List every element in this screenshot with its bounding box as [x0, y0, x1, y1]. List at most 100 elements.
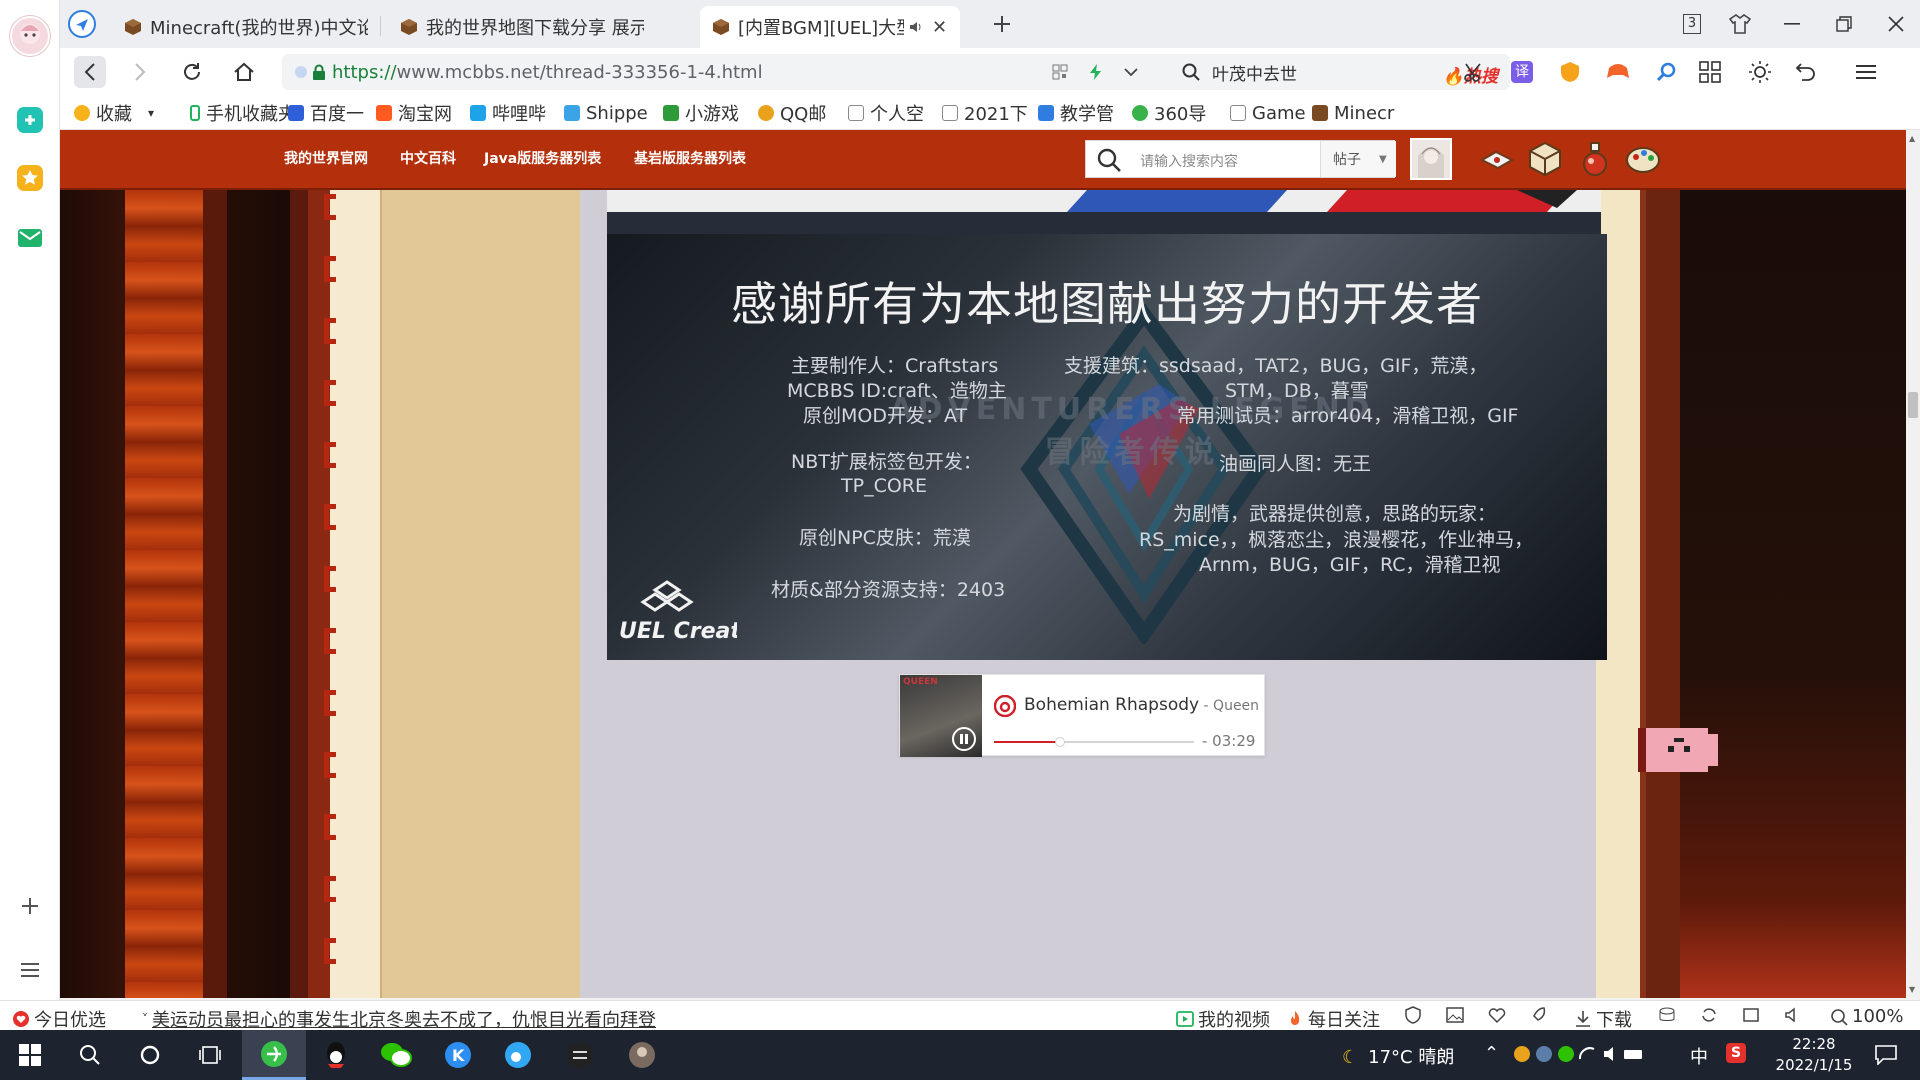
- more-menu-icon[interactable]: [1850, 56, 1882, 88]
- rocket-icon[interactable]: [1530, 1006, 1552, 1024]
- notification-center-icon[interactable]: [1868, 1037, 1904, 1073]
- tab-counter[interactable]: 3: [1676, 8, 1708, 40]
- game-client-icon[interactable]: [624, 1037, 660, 1073]
- bookmark-360[interactable]: 360导: [1132, 102, 1206, 125]
- game-launcher-icon[interactable]: [562, 1037, 598, 1073]
- scissors-icon[interactable]: [1458, 56, 1490, 88]
- messages-icon[interactable]: [1478, 140, 1516, 178]
- bookmark-bilibili[interactable]: 哔哩哔: [470, 102, 546, 125]
- bookmark-2021[interactable]: 2021下: [942, 102, 1028, 125]
- potion-icon[interactable]: [1576, 140, 1614, 178]
- shield-extension-icon[interactable]: [1554, 56, 1586, 88]
- tab-close-icon[interactable]: ✕: [932, 17, 947, 38]
- user-avatar[interactable]: [10, 16, 50, 56]
- bookmark-favorites[interactable]: 收藏 ▾: [74, 102, 154, 125]
- kugou-icon[interactable]: K: [440, 1037, 476, 1073]
- refresh-button[interactable]: [176, 56, 208, 88]
- undo-icon[interactable]: [1790, 56, 1822, 88]
- weather-widget[interactable]: ☾ 17°C 晴朗: [1342, 1043, 1454, 1069]
- palette-icon[interactable]: [1624, 140, 1662, 178]
- address-bar[interactable]: https://www.mcbbs.net/thread-333356-1-4.…: [282, 54, 1204, 90]
- back-button[interactable]: [74, 56, 106, 88]
- nav-bedrock-servers[interactable]: 基岩版服务器列表: [634, 148, 746, 168]
- heart-health-icon[interactable]: [1488, 1006, 1510, 1024]
- chevron-down-icon[interactable]: [1124, 67, 1138, 77]
- search-icon[interactable]: [1096, 147, 1122, 173]
- apps-grid-icon[interactable]: [1694, 56, 1726, 88]
- bookmark-personal[interactable]: 个人空: [848, 102, 924, 125]
- zoom-level[interactable]: 100%: [1830, 1006, 1903, 1027]
- browser-logo-icon[interactable]: [66, 8, 98, 40]
- bookmark-shippe[interactable]: Shippe: [564, 102, 648, 124]
- pink-pixel-mascot[interactable]: [1638, 720, 1720, 780]
- bookmark-minecraft[interactable]: Minecr: [1312, 102, 1394, 124]
- restore-button[interactable]: [1828, 8, 1860, 40]
- wechat-icon[interactable]: [378, 1037, 414, 1073]
- bookmark-baidu[interactable]: 百度一: [288, 102, 364, 125]
- nav-official-site[interactable]: 我的世界官网: [284, 148, 368, 168]
- tray-expand-icon[interactable]: ⌃: [1484, 1043, 1499, 1064]
- system-clock[interactable]: 22:28 2022/1/15: [1766, 1034, 1862, 1076]
- task-view-icon[interactable]: [192, 1037, 228, 1073]
- progress-handle[interactable]: [1055, 737, 1065, 747]
- magnifier-icon[interactable]: [1650, 56, 1682, 88]
- translate-icon[interactable]: 译: [1506, 56, 1538, 88]
- qr-code-icon[interactable]: [1052, 64, 1068, 80]
- add-icon[interactable]: [12, 888, 48, 924]
- favorites-star-icon[interactable]: [12, 160, 48, 196]
- site-search[interactable]: 请输入搜索内容 帖子 ▼: [1085, 140, 1396, 178]
- ime-indicator[interactable]: 中: [1690, 1043, 1708, 1069]
- close-window-button[interactable]: [1880, 8, 1912, 40]
- music-app-icon[interactable]: [500, 1037, 536, 1073]
- start-button[interactable]: [12, 1037, 48, 1073]
- image-icon[interactable]: [1446, 1006, 1468, 1024]
- window-icon[interactable]: [1742, 1006, 1764, 1024]
- minimize-button[interactable]: [1776, 8, 1808, 40]
- speaker-icon[interactable]: [908, 19, 924, 35]
- nav-java-servers[interactable]: Java版服务器列表: [484, 148, 601, 168]
- brightness-icon[interactable]: [1744, 56, 1776, 88]
- daily-picks-button[interactable]: 今日优选: [12, 1006, 106, 1032]
- bookmark-qqmail[interactable]: QQ邮: [758, 102, 826, 125]
- scrollbar-thumb[interactable]: [1908, 392, 1918, 418]
- taskbar-browser[interactable]: [242, 1030, 306, 1080]
- tab-map-download[interactable]: 我的世界地图下载分享 展示: [388, 6, 656, 48]
- search-icon[interactable]: [72, 1037, 108, 1073]
- sync-icon[interactable]: [1700, 1006, 1722, 1024]
- forward-button[interactable]: [124, 56, 156, 88]
- bookmark-taobao[interactable]: 淘宝网: [376, 102, 452, 125]
- shirt-skin-icon[interactable]: [1724, 8, 1756, 40]
- vertical-scrollbar[interactable]: ▲ ▼: [1906, 130, 1920, 998]
- menu-list-icon[interactable]: [12, 952, 48, 988]
- my-video-button[interactable]: 我的视频: [1176, 1006, 1270, 1032]
- cortana-icon[interactable]: [132, 1037, 168, 1073]
- security-shield-icon[interactable]: [1404, 1006, 1426, 1024]
- cache-icon[interactable]: [1658, 1006, 1680, 1024]
- bookmark-minigames[interactable]: 小游戏: [663, 102, 739, 125]
- download-button[interactable]: 下载: [1574, 1006, 1632, 1032]
- qq-icon[interactable]: [318, 1037, 354, 1073]
- news-ticker[interactable]: ˅ 美运动员最担心的事发生北京冬奥去不成了，仇恨目光看向拜登: [142, 1006, 656, 1032]
- bookmark-game[interactable]: Game: [1230, 102, 1306, 124]
- user-avatar[interactable]: [1410, 138, 1452, 180]
- inventory-block-icon[interactable]: [1526, 140, 1564, 178]
- tab-current-thread[interactable]: [内置BGM][UEL]大型冒 ✕: [700, 6, 960, 48]
- progress-bar[interactable]: [994, 737, 1194, 747]
- pause-button[interactable]: [952, 727, 976, 751]
- mail-icon[interactable]: [12, 220, 48, 256]
- daily-follow-button[interactable]: 每日关注: [1286, 1006, 1380, 1032]
- decorative-bracket: [324, 938, 336, 964]
- tab-minecraft-forum[interactable]: Minecraft(我的世界)中文论: [112, 6, 380, 48]
- nav-wiki[interactable]: 中文百科: [400, 148, 456, 168]
- bookmark-mobile[interactable]: 手机收藏夹: [190, 102, 296, 125]
- bookmark-teaching[interactable]: 教学管: [1038, 102, 1114, 125]
- new-tab-button[interactable]: [986, 8, 1018, 40]
- home-button[interactable]: [228, 56, 260, 88]
- sogou-ime-icon[interactable]: S: [1726, 1043, 1746, 1063]
- cloud-sync-icon[interactable]: [12, 102, 48, 138]
- lightning-icon[interactable]: [1088, 63, 1104, 81]
- volume-icon[interactable]: [1784, 1006, 1806, 1024]
- search-scope-select[interactable]: 帖子 ▼: [1320, 141, 1396, 177]
- site-info-icon[interactable]: [294, 65, 308, 79]
- game-extension-icon[interactable]: [1602, 56, 1634, 88]
